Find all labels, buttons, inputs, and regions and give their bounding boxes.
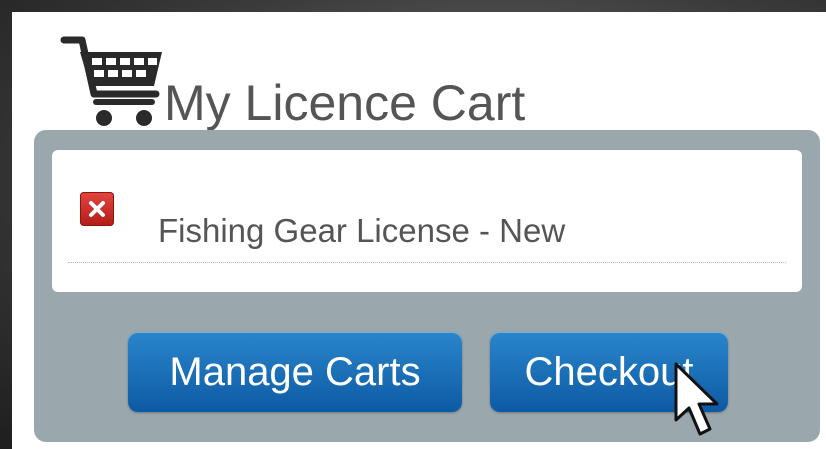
cart-item: Fishing Gear License - New <box>68 186 786 263</box>
page-title: My Licence Cart <box>164 75 526 131</box>
remove-item-button[interactable] <box>80 192 114 226</box>
manage-carts-button[interactable]: Manage Carts <box>128 332 462 412</box>
remove-x-icon <box>89 201 105 217</box>
cart-item-label: Fishing Gear License - New <box>158 212 566 249</box>
shopping-cart-icon <box>60 36 162 126</box>
arrow-pointer-icon <box>674 362 719 436</box>
cart-header: My Licence Cart <box>60 34 525 134</box>
cart-items-list: Fishing Gear License - New <box>52 150 802 292</box>
